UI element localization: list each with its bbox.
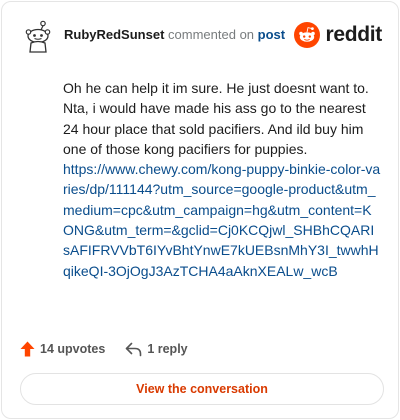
commented-on-text: commented on <box>168 27 255 42</box>
reply-count: 1 reply <box>147 342 188 356</box>
reply-arrow-icon <box>126 342 142 356</box>
username-link[interactable]: RubyRedSunset <box>64 27 164 42</box>
post-link[interactable]: post <box>258 27 285 42</box>
comment-header: RubyRedSunset commented on post reddit <box>22 16 382 56</box>
comment-card: RubyRedSunset commented on post reddit O… <box>1 1 399 419</box>
reply-button[interactable]: 1 reply <box>125 342 188 357</box>
view-conversation-button[interactable]: View the conversation <box>20 373 384 405</box>
comment-text: Oh he can help it im sure. He just doesn… <box>63 80 369 157</box>
comment-body: Oh he can help it im sure. He just doesn… <box>63 78 381 281</box>
snoo-avatar-icon <box>25 20 51 53</box>
upvote-count: 14 upvotes <box>40 342 106 356</box>
upvote-button[interactable]: 14 upvotes <box>20 341 105 357</box>
reddit-snoo-icon <box>294 22 321 48</box>
upvote-arrow-icon <box>20 341 35 357</box>
reddit-logo[interactable]: reddit <box>294 22 382 48</box>
comment-link[interactable]: https://www.chewy.com/kong-puppy-binkie-… <box>63 159 381 281</box>
comment-actions: 14 upvotes 1 reply <box>20 338 188 360</box>
reddit-wordmark: reddit <box>325 23 382 46</box>
comment-byline: RubyRedSunset commented on post <box>64 27 285 42</box>
